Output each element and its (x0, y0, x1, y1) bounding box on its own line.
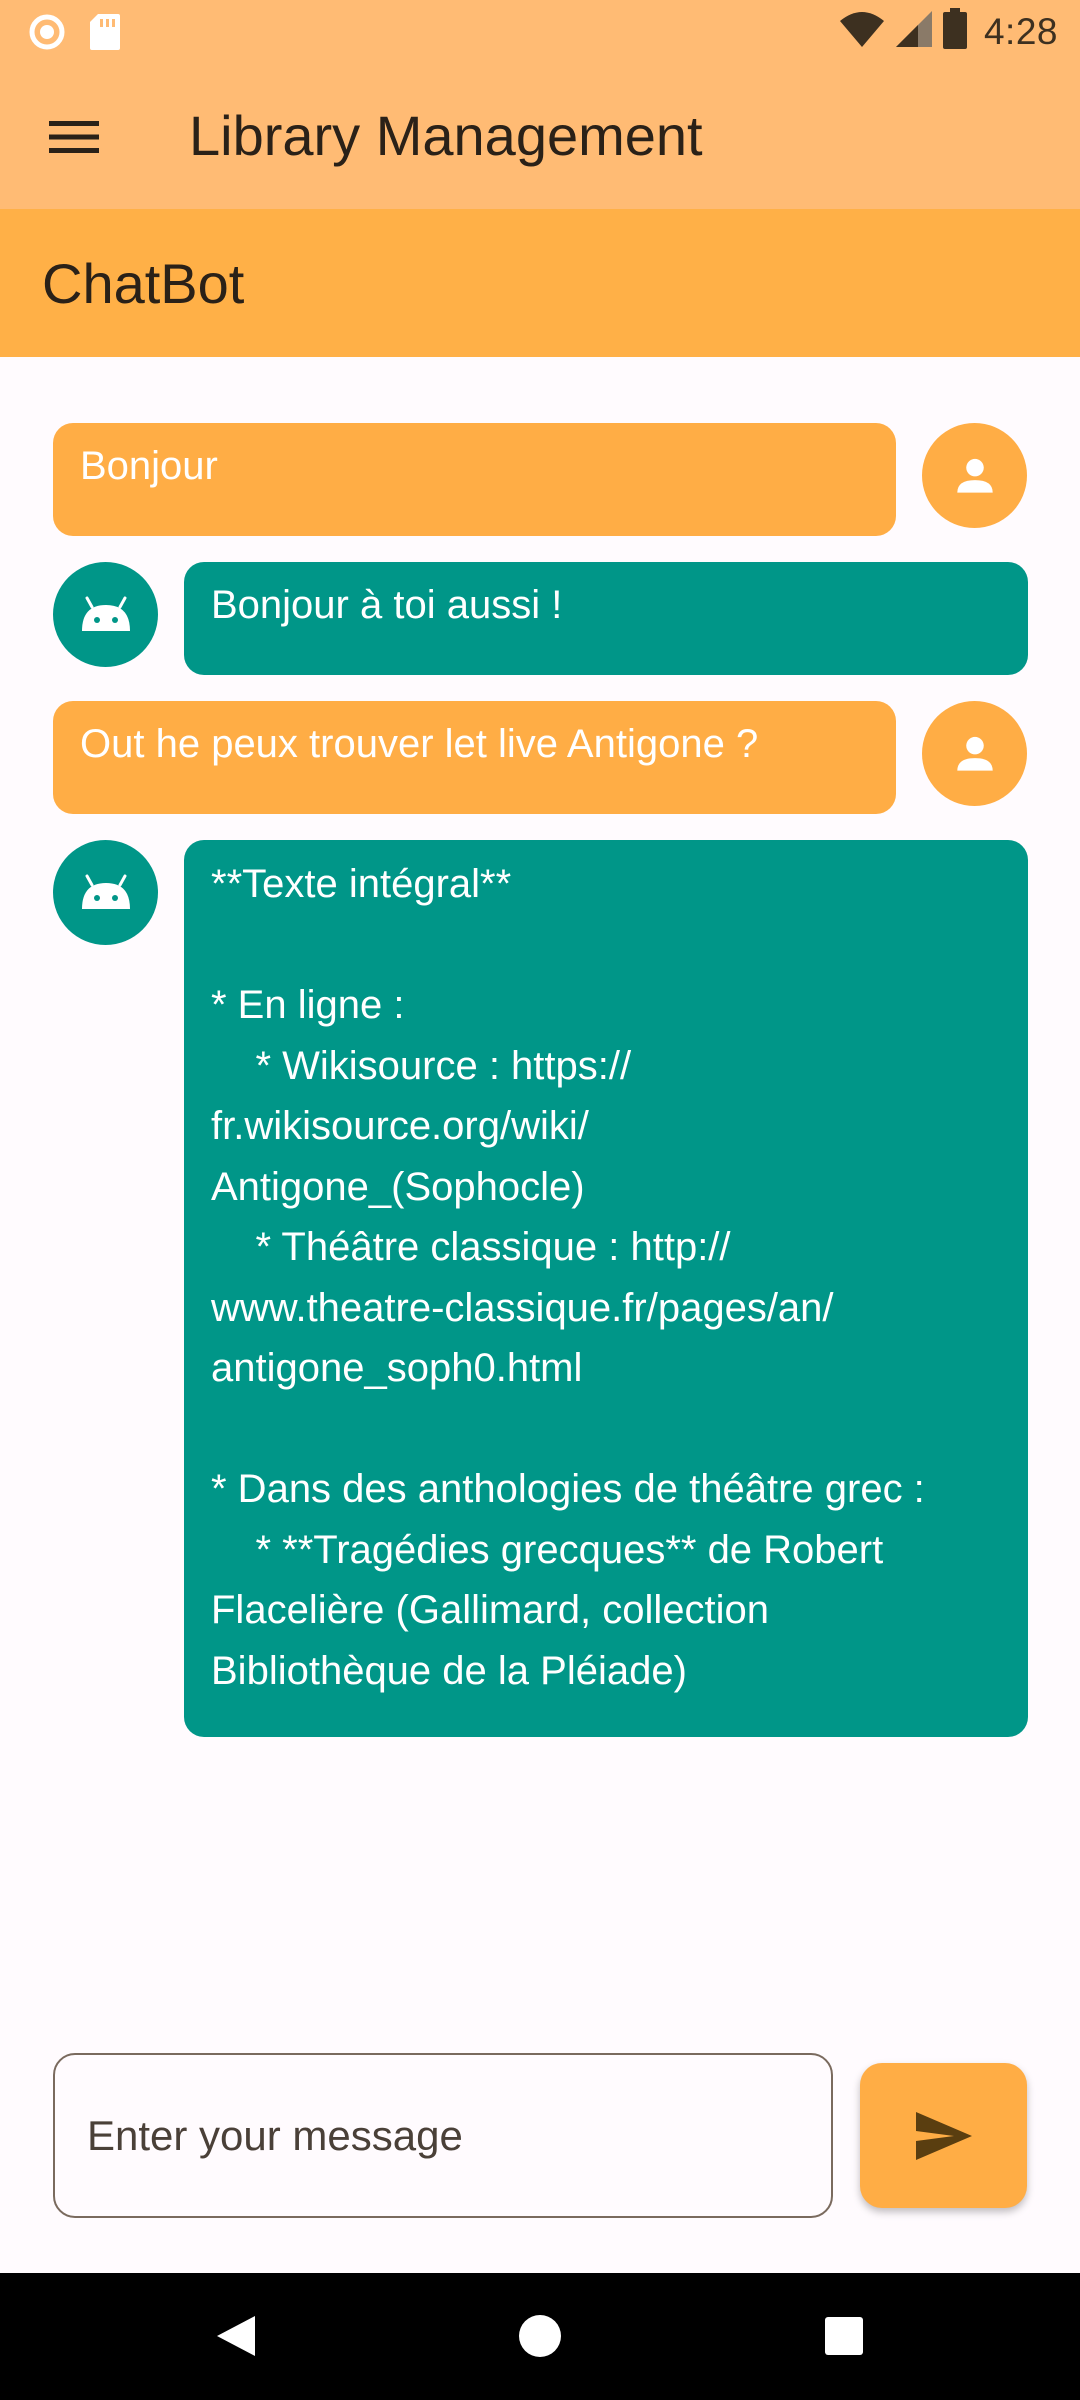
wifi-icon (838, 9, 886, 54)
app-bar: Library Management (0, 64, 1080, 209)
system-nav-bar (0, 2273, 1080, 2400)
chatbot-title: ChatBot (42, 252, 245, 315)
user-avatar-icon (922, 423, 1027, 528)
app-title: Library Management (189, 104, 703, 167)
chat-area[interactable]: Bonjour Bonjour à toi aussi ! Out he peu… (0, 357, 1080, 1997)
user-message: Bonjour (53, 423, 896, 536)
status-time: 4:28 (983, 10, 1058, 52)
send-icon (915, 2111, 972, 2160)
sd-card-icon (88, 12, 122, 57)
status-bar: 4:28 (0, 0, 1080, 64)
back-icon[interactable] (196, 2301, 276, 2371)
home-icon[interactable] (500, 2301, 580, 2371)
bot-message: **Texte intégral** * En ligne : * Wikiso… (184, 840, 1028, 1737)
bot-avatar-icon (53, 562, 158, 667)
user-avatar-icon (922, 701, 1027, 806)
signal-icon (894, 9, 934, 54)
user-message: Out he peux trouver let live Antigone ? (53, 701, 896, 814)
battery-icon (942, 8, 968, 55)
chatbot-header: ChatBot (0, 209, 1080, 357)
recents-icon[interactable] (804, 2301, 884, 2371)
bot-avatar-icon (53, 840, 158, 945)
bot-message: Bonjour à toi aussi ! (184, 562, 1028, 675)
message-input[interactable] (85, 2095, 789, 2177)
message-input-container (53, 2053, 833, 2218)
radio-icon (28, 13, 66, 56)
hamburger-menu-icon[interactable] (34, 102, 114, 172)
send-button[interactable] (860, 2063, 1027, 2208)
